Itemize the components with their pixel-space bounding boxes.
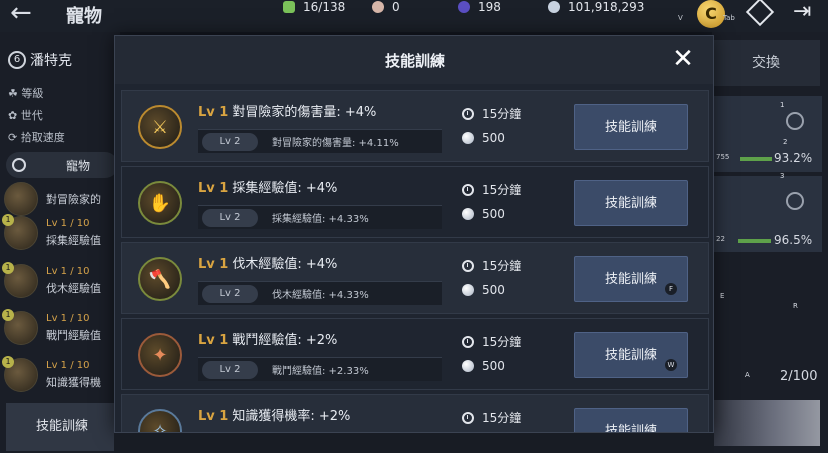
pet-grade-badge: 6 (8, 51, 26, 69)
silver-icon (462, 360, 474, 372)
skill-train-button[interactable]: 技能訓練 (574, 180, 688, 226)
coin-shop-button[interactable]: C (697, 0, 725, 28)
current-skill-text: Lv 1 採集經驗值: +4% (198, 181, 338, 196)
tab-exchange[interactable]: 交換 (712, 40, 820, 86)
skill-row: ✋ Lv 1 採集經驗值: +4% Lv 2 採集經驗值: +4.33% 15分鐘… (121, 166, 709, 238)
skill-train-button[interactable]: 技能訓練 F (574, 256, 688, 302)
training-cost: 500 (462, 207, 505, 221)
adventurer-damage-icon: ⚔ (138, 105, 182, 149)
pet-thumbnail: 1 (2, 356, 38, 392)
key-hint: W (665, 359, 677, 371)
search-icon (12, 158, 26, 172)
pet-progress-bar (740, 157, 772, 161)
tab-key-hint: Tab (723, 14, 735, 22)
training-time: 15分鐘 (462, 105, 521, 122)
skill-list: ⚔ Lv 1 對冒險家的傷害量: +4% Lv 2 對冒險家的傷害量: +4.11… (121, 90, 709, 432)
menu-diamond-icon[interactable] (745, 0, 775, 27)
pet-progress-percent: 93.2% (774, 151, 813, 165)
current-skill-text: Lv 1 戰鬥經驗值: +2% (198, 333, 338, 348)
lock-icon (786, 192, 804, 210)
page-indicator: 2/100 (780, 369, 818, 384)
pearl-icon (372, 1, 384, 13)
pet-list-item[interactable]: 1 Lv 1 / 10 戰鬥經驗值 (2, 305, 118, 351)
gathering-exp-icon: ✋ (138, 181, 182, 225)
page-title: 寵物 (66, 6, 102, 27)
silver-icon (462, 132, 474, 144)
stat-pickup-speed: ⟳ 拾取速度 (8, 131, 65, 144)
lock-icon (786, 112, 804, 130)
clock-icon (462, 107, 474, 120)
training-cost: 500 (462, 283, 505, 297)
pet-search-bar[interactable]: 寵物 (6, 152, 118, 178)
stat-level: ☘ 等級 (8, 87, 44, 100)
pet-list-item[interactable]: 1 Lv 1 / 10 採集經驗值 (2, 210, 118, 256)
training-time: 15分鐘 (462, 181, 521, 198)
knowledge-rate-icon: ✧ (138, 409, 182, 432)
logging-exp-icon: 🪓 (138, 257, 182, 301)
pearl-counter: 0 (372, 0, 400, 14)
v-key-hint: V (678, 14, 683, 22)
skill-train-button[interactable]: 技能訓練 (574, 104, 688, 150)
skill-row: ✧ Lv 1知識獲得機率: +2% 15分鐘 技能訓練 Q (121, 394, 709, 432)
back-arrow-icon[interactable]: ← (10, 0, 32, 26)
skill-training-tab-button[interactable]: 技能訓練 (6, 403, 118, 451)
pet-name: 潘特克 (30, 53, 72, 69)
current-skill-text: Lv 1 對冒險家的傷害量: +4% (198, 105, 377, 120)
close-icon[interactable]: ✕ (671, 46, 695, 72)
next-level-box: Lv 2 戰鬥經驗值: +2.33% (198, 357, 442, 381)
exit-icon[interactable]: ⇥ (793, 0, 811, 24)
current-skill-text: Lv 1 伐木經驗值: +4% (198, 257, 338, 272)
bottom-shade (114, 433, 714, 453)
top-bar: ← 寵物 16/138 0 198 101,918,293 V C Tab ⇥ (0, 0, 828, 32)
pet-list-item[interactable]: 1 Lv 1 / 10 伐木經驗值 (2, 258, 118, 304)
skill-train-button[interactable]: 技能訓練 Q (574, 408, 688, 432)
silver-counter: 101,918,293 (548, 0, 644, 14)
dialog-header: 技能訓練 ✕ (115, 36, 713, 84)
clock-icon (462, 259, 474, 272)
gem-icon (458, 1, 470, 13)
silver-icon (462, 284, 474, 296)
current-skill-text: Lv 1 知識獲得機率: +2% (198, 409, 351, 424)
stat-generation: ✿ 世代 (8, 109, 43, 122)
skill-row: ✦ Lv 1 戰鬥經驗值: +2% Lv 2 戰鬥經驗值: +2.33% 15分鐘… (121, 318, 709, 390)
silver-icon (462, 208, 474, 220)
dialog-title: 技能訓練 (384, 51, 445, 70)
bag-icon (283, 1, 295, 13)
training-time: 15分鐘 (462, 333, 521, 350)
skill-row: ⚔ Lv 1 對冒險家的傷害量: +4% Lv 2 對冒險家的傷害量: +4.11… (121, 90, 709, 162)
next-level-box: Lv 2 對冒險家的傷害量: +4.11% (198, 129, 442, 153)
combat-exp-icon: ✦ (138, 333, 182, 377)
pet-list-item[interactable]: 1 Lv 1 / 10 知識獲得機 (2, 352, 118, 398)
clock-icon (462, 335, 474, 348)
skill-row: 🪓 Lv 1 伐木經驗值: +4% Lv 2 伐木經驗值: +4.33% 15分鐘… (121, 242, 709, 314)
watermark-emblem (700, 400, 820, 446)
skill-train-button[interactable]: 技能訓練 W (574, 332, 688, 378)
gem-counter: 198 (458, 0, 501, 14)
training-cost: 500 (462, 131, 505, 145)
next-level-box: Lv 2 伐木經驗值: +4.33% (198, 281, 442, 305)
next-level-box: Lv 2 採集經驗值: +4.33% (198, 205, 442, 229)
clock-icon (462, 183, 474, 196)
silver-icon (548, 1, 560, 13)
pet-progress-percent: 96.5% (774, 233, 813, 247)
training-time: 15分鐘 (462, 257, 521, 274)
pet-thumbnail: 1 (2, 262, 38, 298)
pet-name-header: 6 潘特克 (8, 50, 72, 70)
key-hint: F (665, 283, 677, 295)
pet-thumbnail: 1 (2, 214, 38, 250)
training-time: 15分鐘 (462, 409, 521, 426)
clock-icon (462, 411, 474, 424)
pet-progress-bar (738, 239, 771, 243)
pet-thumbnail: 1 (2, 309, 38, 345)
training-cost: 500 (462, 359, 505, 373)
skill-training-dialog: 技能訓練 ✕ ⚔ Lv 1 對冒險家的傷害量: +4% Lv 2 對冒險家的傷害量… (114, 35, 714, 433)
bag-counter: 16/138 (283, 0, 345, 14)
